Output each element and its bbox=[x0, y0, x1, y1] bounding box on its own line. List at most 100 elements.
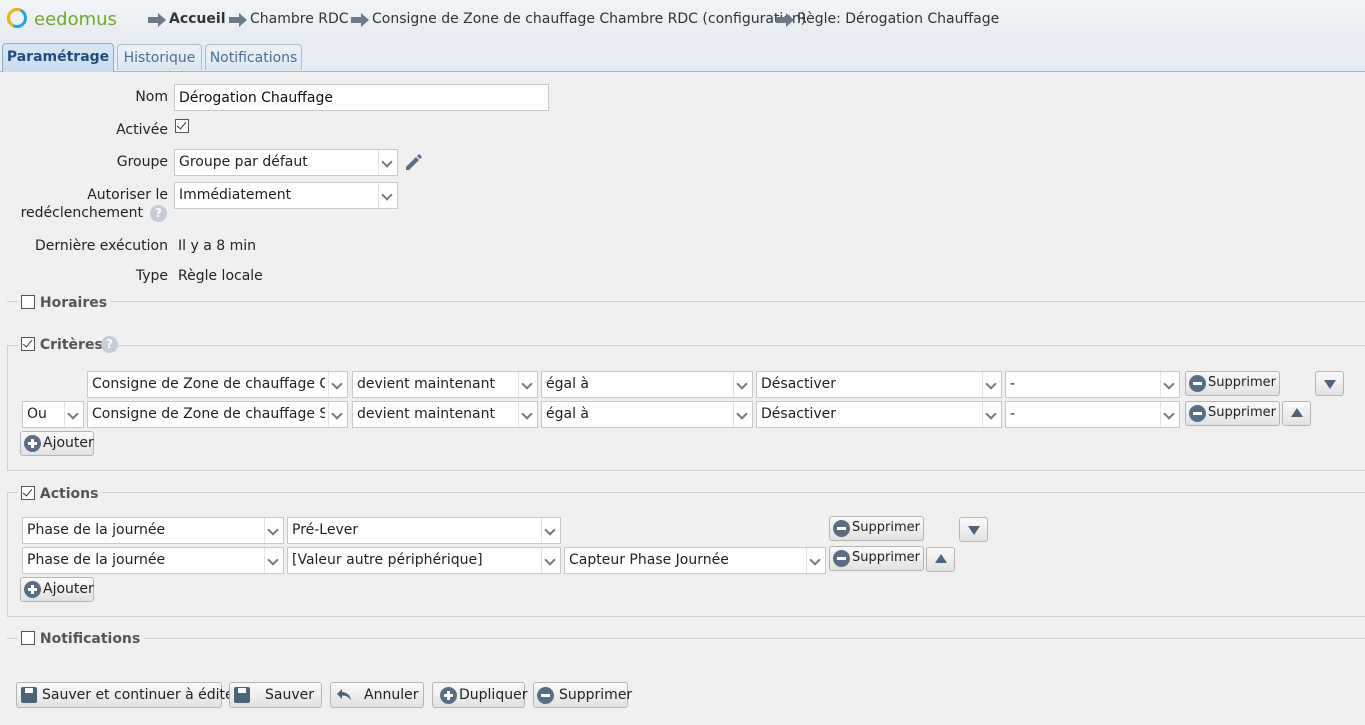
chevron-down-icon bbox=[378, 150, 397, 175]
actions-legend: Actions bbox=[18, 484, 103, 502]
redeclenchement-label-2: redéclenchement bbox=[20, 205, 143, 221]
add-criteria-button[interactable]: Ajouter bbox=[20, 431, 94, 456]
action-value-value: Pré-Lever bbox=[292, 522, 359, 538]
duplicate-plus-icon bbox=[440, 687, 457, 704]
criteria-extra-value: - bbox=[1010, 406, 1016, 422]
horaires-checkbox[interactable] bbox=[21, 295, 35, 309]
criteria-device-value: Consigne de Zone de chauffage Cha bbox=[92, 376, 325, 392]
notifications-checkbox[interactable] bbox=[21, 631, 35, 645]
move-up-button[interactable] bbox=[926, 547, 955, 572]
breadcrumb-room[interactable]: Chambre RDC bbox=[250, 11, 349, 27]
action-delete-button[interactable]: Supprimer bbox=[829, 546, 924, 571]
groupe-select[interactable]: Groupe par défaut bbox=[174, 149, 398, 176]
criteria-operator-value: égal à bbox=[546, 376, 589, 392]
eedomus-logo-icon[interactable] bbox=[7, 8, 27, 28]
type-value: Règle locale bbox=[178, 268, 263, 284]
action-delete-button[interactable]: Supprimer bbox=[829, 516, 924, 541]
tab-parametrage[interactable]: Paramétrage bbox=[2, 43, 114, 72]
add-action-button[interactable]: Ajouter bbox=[20, 577, 94, 602]
save-continue-button[interactable]: Sauver et continuer à éditer bbox=[16, 682, 239, 708]
criteria-value-select[interactable]: Désactiver bbox=[756, 371, 1002, 398]
criteria-operator-select[interactable]: égal à bbox=[541, 401, 753, 428]
criteria-condition-value: devient maintenant bbox=[357, 376, 495, 392]
tab-notifications[interactable]: Notifications bbox=[205, 44, 302, 70]
horaires-label: Horaires bbox=[39, 295, 108, 311]
chevron-down-icon bbox=[982, 372, 1001, 397]
move-up-button[interactable] bbox=[1282, 401, 1311, 426]
chevron-down-icon bbox=[541, 548, 560, 573]
move-down-button[interactable] bbox=[959, 517, 988, 542]
redeclenchement-select[interactable]: Immédiatement bbox=[174, 182, 398, 209]
help-icon[interactable]: ? bbox=[101, 336, 118, 353]
action-value-select[interactable]: [Valeur autre périphérique] bbox=[287, 547, 561, 574]
add-label: Ajouter bbox=[43, 581, 94, 597]
nom-input[interactable]: Dérogation Chauffage bbox=[174, 84, 549, 111]
criteria-condition-value: devient maintenant bbox=[357, 406, 495, 422]
duplicate-label: Dupliquer bbox=[459, 687, 528, 703]
action-source-select[interactable]: Capteur Phase Journée bbox=[564, 547, 826, 574]
cancel-label: Annuler bbox=[364, 687, 419, 703]
criteria-condition-select[interactable]: devient maintenant bbox=[352, 371, 538, 398]
criteria-extra-select[interactable]: - bbox=[1005, 401, 1180, 428]
add-label: Ajouter bbox=[43, 435, 94, 451]
help-icon[interactable]: ? bbox=[150, 205, 167, 222]
actions-checkbox[interactable] bbox=[21, 486, 35, 500]
cancel-button[interactable]: Annuler bbox=[330, 682, 424, 708]
criteria-operator-select[interactable]: égal à bbox=[541, 371, 753, 398]
criteria-connector-select[interactable]: Ou bbox=[22, 401, 84, 428]
chevron-down-icon bbox=[1160, 402, 1179, 427]
move-down-button[interactable] bbox=[1315, 371, 1344, 396]
chevron-down-icon bbox=[982, 402, 1001, 427]
criteria-value-value: Désactiver bbox=[761, 376, 836, 392]
criteria-value-select[interactable]: Désactiver bbox=[756, 401, 1002, 428]
criteres-legend: Critères bbox=[18, 335, 107, 353]
criteria-condition-select[interactable]: devient maintenant bbox=[352, 401, 538, 428]
duplicate-button[interactable]: Dupliquer bbox=[432, 682, 528, 708]
chevron-down-icon bbox=[541, 518, 560, 543]
action-device-select[interactable]: Phase de la journée bbox=[22, 517, 284, 544]
arrow-right-icon bbox=[776, 13, 794, 27]
save-button[interactable]: Sauver bbox=[229, 682, 322, 708]
chevron-down-icon bbox=[264, 518, 283, 543]
chevron-down-icon bbox=[806, 548, 825, 573]
criteria-delete-button[interactable]: Supprimer bbox=[1185, 401, 1280, 426]
groupe-value: Groupe par défaut bbox=[179, 154, 308, 170]
action-source-value: Capteur Phase Journée bbox=[569, 552, 729, 568]
criteria-delete-button[interactable]: Supprimer bbox=[1185, 371, 1280, 396]
breadcrumb-device[interactable]: Consigne de Zone de chauffage Chambre RD… bbox=[372, 11, 806, 27]
save-continue-label: Sauver et continuer à éditer bbox=[42, 687, 240, 703]
edit-pencil-icon[interactable] bbox=[403, 151, 425, 173]
arrow-right-icon bbox=[229, 13, 247, 27]
plus-circle-icon bbox=[24, 581, 41, 598]
minus-circle-icon bbox=[1189, 405, 1206, 422]
chevron-down-icon bbox=[733, 402, 752, 427]
activee-label: Activée bbox=[116, 122, 168, 138]
criteria-connector-value: Ou bbox=[27, 406, 47, 422]
tab-historique[interactable]: Historique bbox=[117, 44, 202, 70]
divider bbox=[7, 301, 1365, 302]
activee-checkbox[interactable] bbox=[175, 119, 189, 133]
delete-label: Supprimer bbox=[852, 520, 920, 535]
action-device-select[interactable]: Phase de la journée bbox=[22, 547, 284, 574]
arrow-right-icon bbox=[351, 13, 369, 27]
nom-label: Nom bbox=[135, 89, 168, 105]
arrow-right-icon bbox=[148, 13, 166, 27]
delete-rule-button[interactable]: Supprimer bbox=[533, 682, 632, 708]
criteria-device-select[interactable]: Consigne de Zone de chauffage Séj bbox=[87, 401, 348, 428]
breadcrumb-rule: Règle: Dérogation Chauffage bbox=[797, 11, 1000, 27]
chevron-down-icon bbox=[1160, 372, 1179, 397]
criteres-label: Critères bbox=[39, 337, 103, 353]
criteria-extra-select[interactable]: - bbox=[1005, 371, 1180, 398]
action-device-value: Phase de la journée bbox=[27, 552, 166, 568]
delete-label: Supprimer bbox=[559, 687, 633, 703]
actions-label: Actions bbox=[39, 486, 99, 502]
chevron-down-icon bbox=[378, 183, 397, 208]
logo-text[interactable]: eedomus bbox=[34, 9, 117, 30]
criteres-checkbox[interactable] bbox=[21, 337, 35, 351]
breadcrumb-home[interactable]: Accueil bbox=[169, 11, 226, 27]
horaires-legend: Horaires bbox=[18, 293, 112, 311]
criteria-device-select[interactable]: Consigne de Zone de chauffage Cha bbox=[87, 371, 348, 398]
undo-icon bbox=[337, 689, 351, 701]
redeclenchement-value: Immédiatement bbox=[179, 187, 292, 203]
action-value-select[interactable]: Pré-Lever bbox=[287, 517, 561, 544]
